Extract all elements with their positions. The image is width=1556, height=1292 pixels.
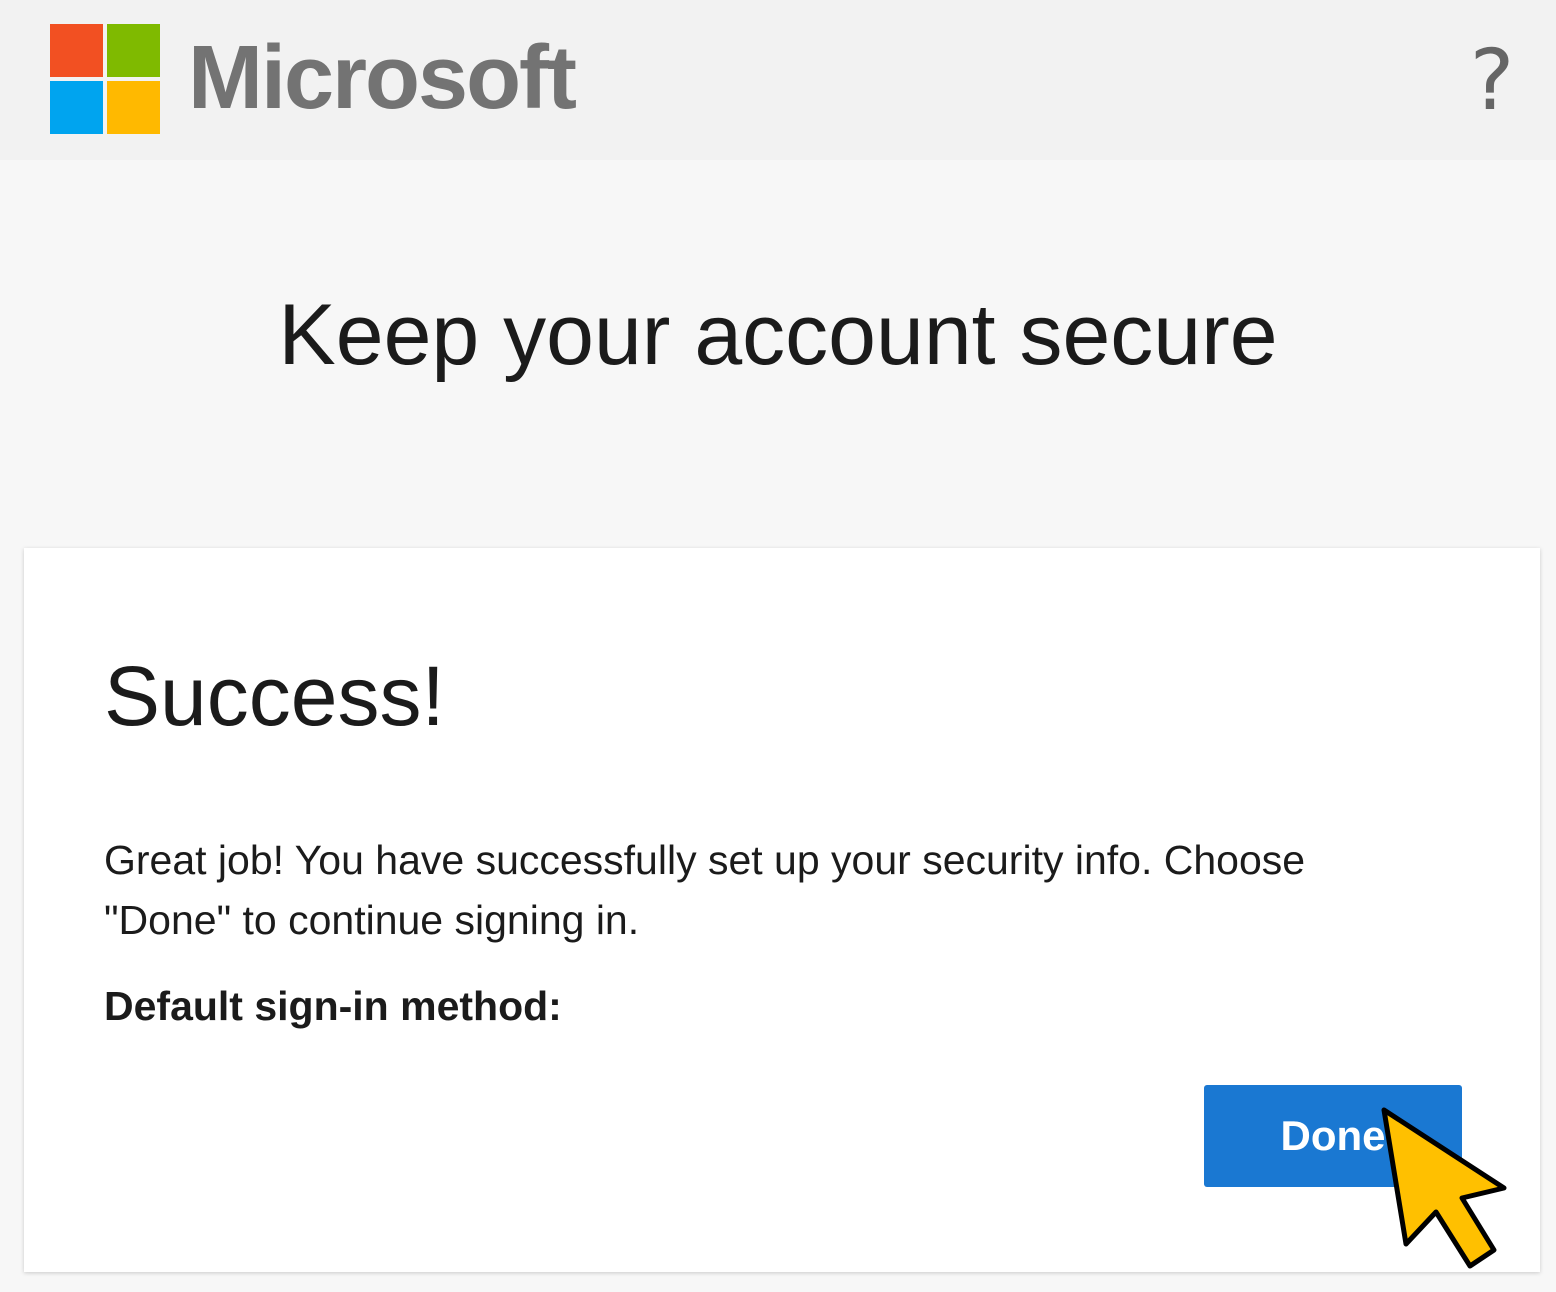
logo-square-green	[107, 24, 160, 77]
success-heading: Success!	[104, 649, 445, 743]
logo-square-red	[50, 24, 103, 77]
page-title: Keep your account secure	[278, 287, 1278, 383]
microsoft-logo	[50, 24, 160, 134]
brand-wordmark: Microsoft	[188, 28, 577, 128]
done-button[interactable]: Done	[1204, 1085, 1462, 1187]
default-method-label: Default sign-in method:	[104, 983, 562, 1029]
success-card: Success! Great job! You have successfull…	[24, 548, 1540, 1272]
logo-square-blue	[50, 81, 103, 134]
top-bar: Microsoft ?	[0, 0, 1556, 160]
help-icon[interactable]: ?	[1462, 30, 1522, 130]
success-message: Great job! You have successfully set up …	[104, 837, 1306, 943]
logo-square-yellow	[107, 81, 160, 134]
